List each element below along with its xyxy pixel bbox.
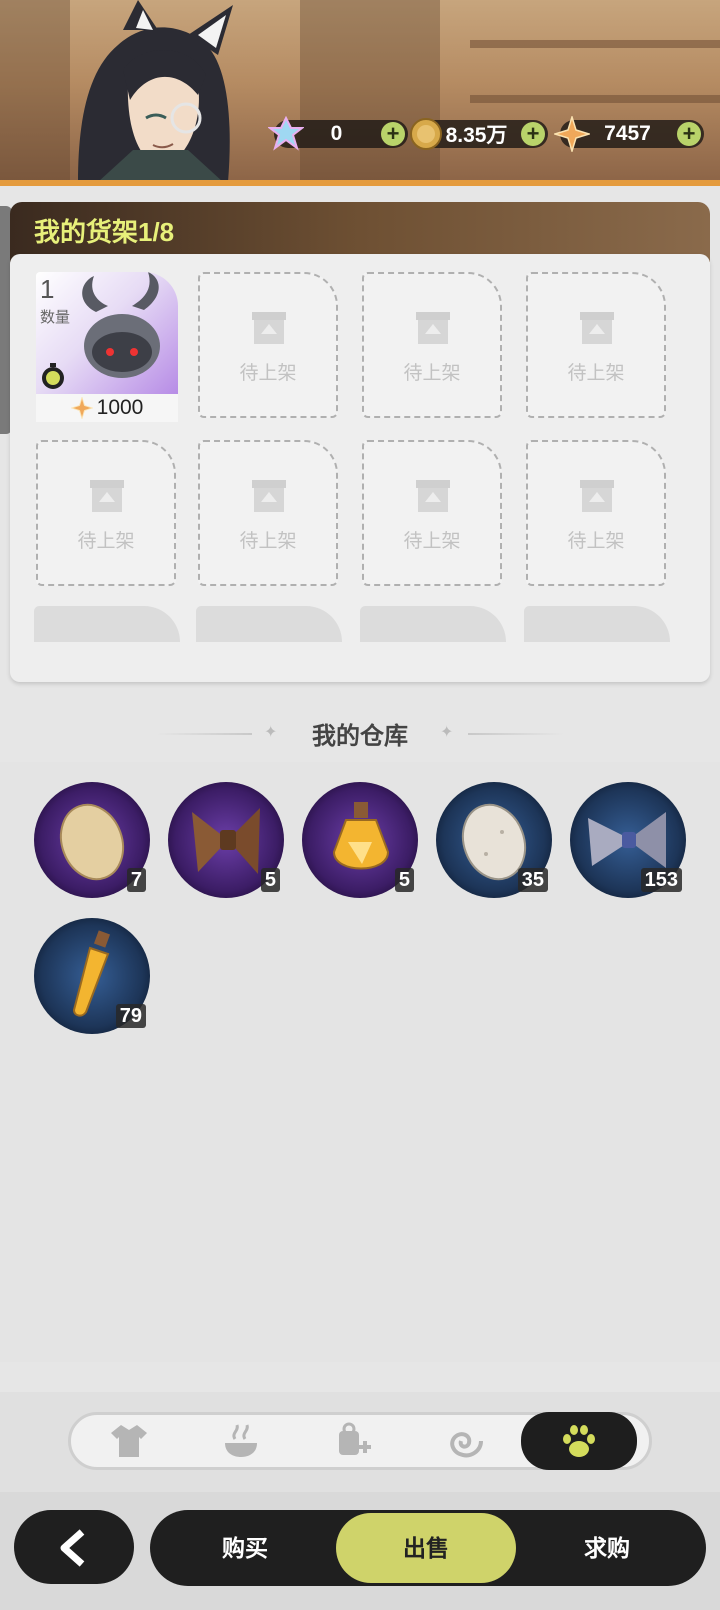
empty-shelf-slot[interactable]: 待上架 xyxy=(198,272,338,418)
my-shelf-panel: 我的货架1/8 1 数量 1000 待上架 待上架 待上架 待上架 待上架 待上… xyxy=(10,202,710,682)
warehouse-item[interactable]: 153 xyxy=(570,782,686,898)
shirt-icon xyxy=(111,1425,147,1457)
item-count: 5 xyxy=(260,868,280,892)
slot-pending-label: 待上架 xyxy=(239,531,297,552)
quantity-label: 数量 xyxy=(40,309,71,326)
item-count: 79 xyxy=(115,1004,146,1028)
shelf-slot-peek xyxy=(524,606,670,642)
upload-box-icon xyxy=(416,480,450,512)
food-icon xyxy=(225,1424,257,1457)
upload-box-icon xyxy=(580,480,614,512)
mode-request-button[interactable]: 求购 xyxy=(532,1510,682,1586)
slot-pending-label: 待上架 xyxy=(567,531,625,552)
listed-item-price-row: 1000 xyxy=(36,394,178,422)
mode-sell-button[interactable]: 出售 xyxy=(336,1513,516,1583)
tab-food[interactable] xyxy=(185,1415,297,1467)
trade-mode-switch: 购买 出售 求购 xyxy=(150,1510,706,1586)
add-crystal-button[interactable]: + xyxy=(381,122,405,146)
crystal-icon xyxy=(268,116,304,151)
empty-shelf-slot[interactable]: 待上架 xyxy=(362,440,502,586)
empty-shelf-slot[interactable]: 待上架 xyxy=(362,272,502,418)
shelf-title: 我的货架1/8 xyxy=(34,217,175,247)
tab-effects[interactable] xyxy=(409,1415,521,1467)
upload-box-icon xyxy=(252,312,286,344)
sparkle-icon: ✦ xyxy=(440,724,454,741)
listed-item-slot[interactable]: 1 数量 1000 xyxy=(36,272,178,422)
empty-shelf-slot[interactable]: 待上架 xyxy=(198,440,338,586)
tab-pets[interactable] xyxy=(521,1412,637,1470)
npc-portrait xyxy=(78,0,233,182)
listed-item-price: 1000 xyxy=(96,396,144,419)
empty-shelf-slot[interactable]: 待上架 xyxy=(36,440,176,586)
item-count: 5 xyxy=(394,868,414,892)
warehouse-item[interactable]: 7 xyxy=(34,782,150,898)
bag-icon xyxy=(339,1422,371,1455)
slot-pending-label: 待上架 xyxy=(403,363,461,384)
shelf-slot-peek xyxy=(360,606,506,642)
slot-pending-label: 待上架 xyxy=(567,363,625,384)
gold-coin-icon xyxy=(410,118,442,150)
warehouse-item[interactable]: 79 xyxy=(34,918,150,1034)
shelf-slot-peek xyxy=(196,606,342,642)
mode-buy-button[interactable]: 购买 xyxy=(170,1510,320,1586)
upload-box-icon xyxy=(252,480,286,512)
paw-icon xyxy=(563,1425,595,1457)
swirl-icon xyxy=(450,1432,483,1458)
slot-pending-label: 待上架 xyxy=(403,531,461,552)
back-arrow-icon xyxy=(60,1529,85,1567)
item-count: 35 xyxy=(517,868,548,892)
crystal-currency: 0 + xyxy=(268,116,408,151)
item-count: 153 xyxy=(640,868,682,892)
category-tabs xyxy=(68,1412,652,1470)
upload-box-icon xyxy=(580,312,614,344)
star-currency: 7457 + xyxy=(554,116,704,152)
shelf-header: 我的货架1/8 xyxy=(10,202,710,262)
header-banner: 0 + 8.35万 + 7457 + xyxy=(0,0,720,186)
listed-item-quantity: 1 xyxy=(40,274,55,304)
warehouse-title: 我的仓库 xyxy=(312,723,408,750)
add-star-button[interactable]: + xyxy=(677,122,701,146)
item-count: 7 xyxy=(126,868,146,892)
header-divider xyxy=(0,180,720,186)
tab-outfit[interactable] xyxy=(73,1415,185,1467)
slot-pending-label: 待上架 xyxy=(239,363,297,384)
gold-currency: 8.35万 + xyxy=(410,118,548,150)
background-shelf xyxy=(470,40,720,48)
star-shard-icon xyxy=(554,116,590,152)
upload-box-icon xyxy=(416,312,450,344)
empty-shelf-slot[interactable]: 待上架 xyxy=(526,272,666,418)
star-shard-icon xyxy=(70,397,93,419)
warehouse-item[interactable]: 5 xyxy=(168,782,284,898)
slot-pending-label: 待上架 xyxy=(77,531,135,552)
timer-icon xyxy=(42,363,64,389)
warehouse-item[interactable]: 35 xyxy=(436,782,552,898)
shelf-slot-peek xyxy=(34,606,180,642)
empty-shelf-slot[interactable]: 待上架 xyxy=(526,440,666,586)
add-gold-button[interactable]: + xyxy=(521,122,545,146)
background-shelf xyxy=(470,95,720,103)
background-doorway xyxy=(300,0,440,186)
title-divider-right xyxy=(468,733,564,735)
back-button[interactable] xyxy=(14,1510,134,1584)
warehouse-item[interactable]: 5 xyxy=(302,782,418,898)
tab-items[interactable] xyxy=(297,1415,409,1467)
upload-box-icon xyxy=(90,480,124,512)
